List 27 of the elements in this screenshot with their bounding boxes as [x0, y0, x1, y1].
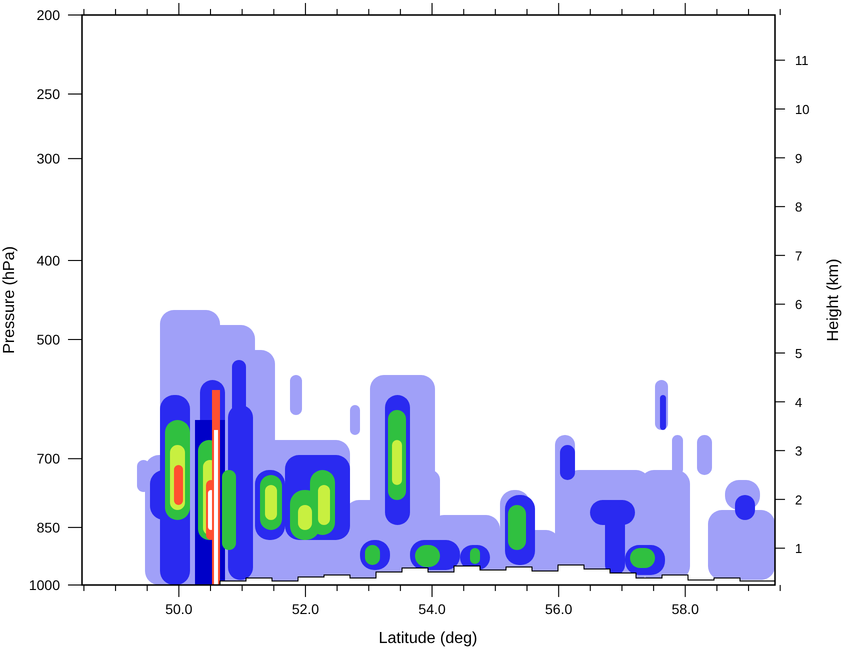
y-tick-label: 500 [36, 332, 60, 348]
height-tick-label: 5 [795, 346, 802, 361]
y-tick-label: 700 [36, 450, 60, 467]
height-axis-title: Height (km) [825, 258, 842, 342]
y-tick-label: 200 [36, 7, 60, 23]
height-tick-label: 2 [795, 492, 802, 508]
y-tick-label: 400 [36, 252, 60, 268]
height-tick-label: 9 [795, 150, 802, 166]
x-tick-label: 54.0 [418, 601, 446, 617]
x-tick-label: 50.0 [165, 601, 192, 617]
height-tick-label: 6 [795, 297, 802, 312]
y-axis-title: Pressure (hPa) [1, 246, 18, 354]
y-tick-label: 250 [36, 86, 60, 102]
y-tick-label: 300 [36, 150, 60, 167]
y-tick-label: 1000 [28, 577, 60, 593]
height-tick-label: 11 [795, 53, 808, 68]
x-axis-title: Latitude (deg) [378, 630, 478, 647]
height-tick-label: 10 [795, 102, 810, 117]
height-tick-label: 7 [795, 248, 802, 264]
y-tick-label: 850 [36, 519, 60, 536]
x-tick-label: 56.0 [545, 601, 572, 617]
x-tick-label: 58.0 [672, 601, 699, 617]
height-tick-label: 4 [795, 394, 802, 410]
height-tick-label: 8 [795, 200, 802, 215]
height-tick-label: 3 [795, 444, 802, 459]
x-tick-label: 52.0 [292, 601, 320, 617]
height-tick-label: 1 [795, 541, 802, 556]
